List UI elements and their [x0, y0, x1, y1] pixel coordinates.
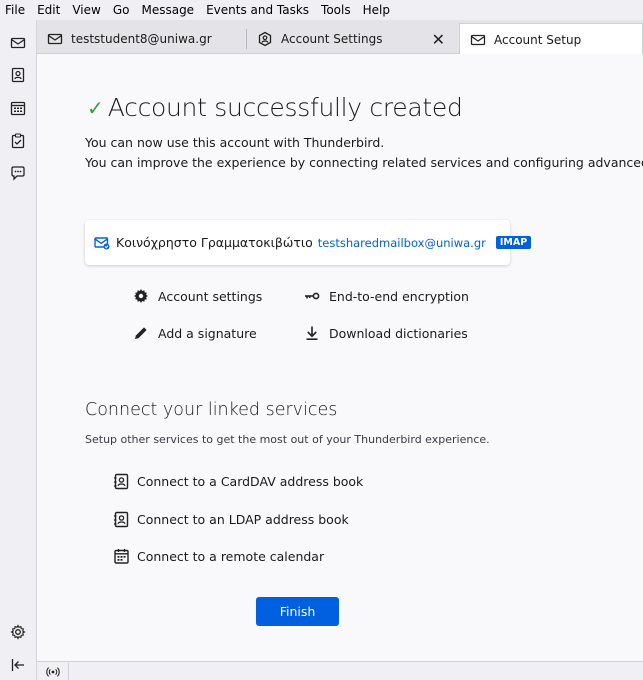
- chat-icon: [11, 166, 25, 181]
- close-icon[interactable]: ✕: [432, 30, 445, 49]
- account-settings-icon: [258, 31, 272, 47]
- account-email: testsharedmailbox@uniwa.gr: [317, 235, 486, 250]
- tab-label: teststudent8@uniwa.gr: [71, 32, 212, 46]
- menu-file[interactable]: File: [0, 0, 31, 20]
- tab-separator: [246, 29, 247, 49]
- collapse-sidebar-icon: [11, 659, 24, 671]
- mail-icon: [470, 34, 486, 45]
- menu-help[interactable]: Help: [357, 0, 396, 20]
- protocol-badge: IMAP: [495, 236, 532, 249]
- account-setup-page: ✓ Account successfully created You can n…: [37, 54, 643, 661]
- address-book-icon: [114, 473, 129, 490]
- gear-icon: [134, 289, 148, 303]
- finish-button[interactable]: Finish: [256, 597, 339, 626]
- carddav-link[interactable]: Connect to a CardDAV address book: [113, 473, 363, 490]
- end-to-end-encryption-link[interactable]: End-to-end encryption: [304, 288, 469, 304]
- mail-account-icon: [94, 236, 110, 249]
- menu-edit[interactable]: Edit: [31, 0, 66, 20]
- mail-icon: [10, 37, 26, 49]
- success-title: Account successfully created: [107, 93, 463, 122]
- tasks-icon: [11, 133, 25, 149]
- menu-tools[interactable]: Tools: [315, 0, 357, 20]
- menu-view[interactable]: View: [66, 0, 106, 20]
- menu-events-and-tasks[interactable]: Events and Tasks: [200, 0, 315, 20]
- calendar-icon: [10, 101, 26, 116]
- tab-label: Account Setup: [494, 32, 582, 47]
- calendar-space-button[interactable]: [6, 96, 30, 120]
- menu-go[interactable]: Go: [107, 0, 136, 20]
- action-label: Download dictionaries: [329, 325, 468, 341]
- status-bar: [37, 661, 643, 680]
- account-card: Κοινόχρηστο Γραμματοκιβώτιο testsharedma…: [85, 220, 532, 265]
- action-label: End-to-end encryption: [329, 288, 469, 304]
- linked-services-title: Connect your linked services: [85, 400, 338, 420]
- mail-icon: [47, 33, 63, 45]
- action-label: Add a signature: [158, 325, 257, 341]
- checkmark-icon: ✓: [87, 95, 104, 120]
- calendar-icon: [114, 549, 129, 564]
- menubar: File Edit View Go Message Events and Tas…: [0, 0, 643, 20]
- settings-space-button[interactable]: [6, 620, 30, 644]
- add-signature-link[interactable]: Add a signature: [133, 325, 257, 341]
- tab-mail-inbox[interactable]: teststudent8@uniwa.gr: [47, 24, 247, 54]
- remote-calendar-link[interactable]: Connect to a remote calendar: [113, 548, 324, 565]
- link-label: Connect to a CardDAV address book: [137, 474, 364, 489]
- link-label: Connect to a remote calendar: [137, 549, 325, 564]
- tab-account-setup[interactable]: Account Setup: [459, 23, 643, 55]
- linked-services-description: Setup other services to get the most out…: [85, 433, 490, 446]
- gear-icon: [10, 624, 26, 640]
- address-book-space-button[interactable]: [6, 63, 30, 87]
- tasks-space-button[interactable]: [6, 129, 30, 153]
- tab-bar: teststudent8@uniwa.gr Account Settings ✕…: [37, 20, 643, 55]
- ldap-link[interactable]: Connect to an LDAP address book: [113, 511, 349, 528]
- download-dictionaries-link[interactable]: Download dictionaries: [304, 325, 468, 341]
- key-icon: [305, 292, 320, 300]
- connection-status-icon: [45, 666, 60, 677]
- menu-message[interactable]: Message: [135, 0, 200, 20]
- collapse-spaces-button[interactable]: [6, 653, 30, 677]
- success-description-1: You can now use this account with Thunde…: [85, 135, 385, 150]
- spaces-toolbar: [0, 20, 37, 680]
- pencil-icon: [135, 327, 147, 339]
- account-name: Κοινόχρηστο Γραμματοκιβώτιο: [116, 235, 313, 250]
- action-label: Account settings: [158, 288, 263, 304]
- account-settings-link[interactable]: Account settings: [133, 288, 262, 304]
- address-book-icon: [114, 511, 129, 528]
- download-icon: [306, 326, 318, 340]
- tab-account-settings[interactable]: Account Settings ✕: [257, 24, 457, 54]
- mail-space-button[interactable]: [6, 31, 30, 55]
- chat-space-button[interactable]: [6, 161, 30, 185]
- success-heading: ✓ Account successfully created: [87, 93, 463, 122]
- address-book-icon: [11, 67, 25, 83]
- success-description-2: You can improve the experience by connec…: [85, 155, 643, 170]
- online-status-button[interactable]: [41, 663, 69, 680]
- tab-label: Account Settings: [281, 32, 383, 46]
- link-label: Connect to an LDAP address book: [137, 512, 349, 527]
